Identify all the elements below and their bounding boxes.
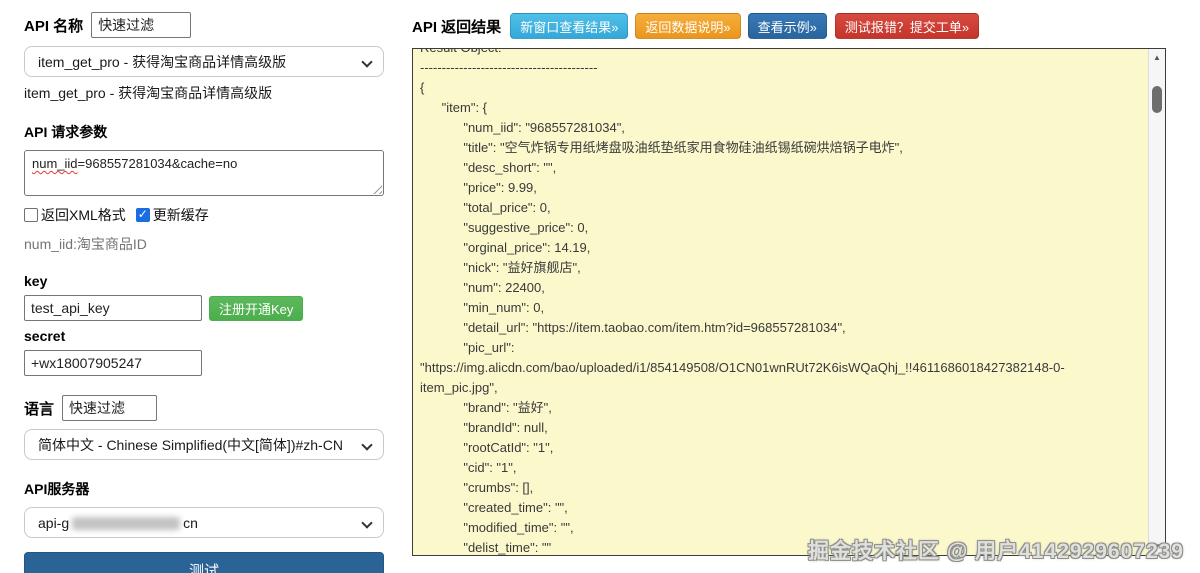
- result-panel: API 返回结果 新窗口查看结果» 返回数据说明» 查看示例» 测试报错？提交工…: [412, 12, 1166, 556]
- params-value-misspelled: num_iid: [32, 156, 78, 171]
- result-box: Result Object: -------------------------…: [412, 48, 1166, 556]
- chevron-down-icon: [363, 58, 371, 66]
- result-header: API 返回结果 新窗口查看结果» 返回数据说明» 查看示例» 测试报错？提交工…: [412, 12, 1166, 40]
- secret-input[interactable]: [24, 350, 202, 376]
- scroll-up-arrow-icon[interactable]: ▲: [1149, 50, 1165, 65]
- language-row: 语言: [24, 395, 384, 421]
- scrollbar-thumb[interactable]: [1152, 86, 1162, 113]
- server-select[interactable]: api-g cn: [24, 507, 384, 538]
- key-label: key: [24, 273, 384, 289]
- server-value-suffix: cn: [183, 515, 198, 531]
- param-hint: num_iid:淘宝商品ID: [24, 234, 384, 254]
- params-value-rest: =968557281034&cache=no: [78, 156, 238, 171]
- params-textarea[interactable]: num_iid=968557281034&cache=no: [24, 150, 384, 196]
- result-json-viewport[interactable]: Result Object: -------------------------…: [413, 49, 1148, 555]
- data-docs-button[interactable]: 返回数据说明»: [635, 13, 740, 39]
- scroll-down-arrow-icon[interactable]: ▼: [1149, 539, 1165, 554]
- report-error-ticket-button[interactable]: 测试报错？提交工单»: [835, 13, 979, 39]
- api-name-label: API 名称: [24, 15, 83, 36]
- language-select-value: 简体中文 - Chinese Simplified(中文[简体])#zh-CN: [38, 435, 343, 455]
- server-select-value: api-g cn: [38, 515, 198, 531]
- view-example-button[interactable]: 查看示例»: [748, 13, 827, 39]
- result-title: API 返回结果: [412, 16, 501, 37]
- secret-row: [24, 350, 384, 376]
- test-button[interactable]: 测试: [24, 552, 384, 573]
- api-select-caption: item_get_pro - 获得淘宝商品详情高级版: [24, 83, 384, 103]
- language-select[interactable]: 简体中文 - Chinese Simplified(中文[简体])#zh-CN: [24, 429, 384, 460]
- api-select-value: item_get_pro - 获得淘宝商品详情高级版: [38, 52, 286, 72]
- chevron-down-icon: [363, 441, 371, 449]
- cache-checkbox-label: 更新缓存: [153, 205, 209, 225]
- api-select[interactable]: item_get_pro - 获得淘宝商品详情高级版: [24, 46, 384, 77]
- params-label: API 请求参数: [24, 122, 384, 142]
- result-json-text: Result Object: -------------------------…: [420, 49, 1142, 555]
- register-key-button[interactable]: 注册开通Key: [209, 296, 303, 321]
- server-value-redacted: [72, 517, 180, 530]
- open-result-new-window-button[interactable]: 新窗口查看结果»: [510, 13, 628, 39]
- cache-checkbox[interactable]: [136, 208, 150, 222]
- key-row: 注册开通Key: [24, 295, 384, 321]
- resize-grip-icon[interactable]: [372, 184, 382, 194]
- xml-checkbox[interactable]: [24, 208, 38, 222]
- result-scrollbar[interactable]: ▲ ▼: [1148, 49, 1165, 555]
- request-panel: API 名称 item_get_pro - 获得淘宝商品详情高级版 item_g…: [24, 12, 384, 573]
- api-test-page: API 名称 item_get_pro - 获得淘宝商品详情高级版 item_g…: [0, 0, 1200, 573]
- server-value-prefix: api-g: [38, 515, 69, 531]
- language-label: 语言: [24, 398, 54, 419]
- server-label: API服务器: [24, 479, 384, 499]
- api-name-filter-input[interactable]: [91, 12, 191, 38]
- key-input[interactable]: [24, 295, 202, 321]
- language-filter-input[interactable]: [62, 395, 157, 421]
- api-name-row: API 名称: [24, 12, 384, 38]
- chevron-down-icon: [363, 519, 371, 527]
- options-row: 返回XML格式 更新缓存: [24, 205, 384, 225]
- xml-checkbox-label: 返回XML格式: [41, 205, 126, 225]
- secret-label: secret: [24, 328, 384, 344]
